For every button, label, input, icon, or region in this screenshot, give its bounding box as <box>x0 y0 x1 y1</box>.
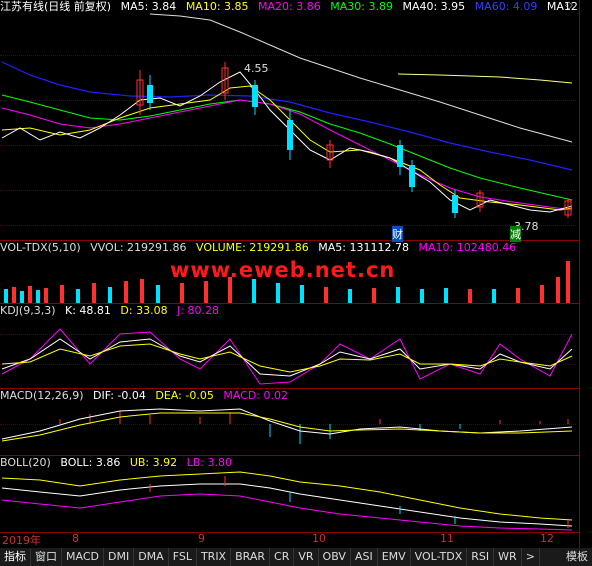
toolbar-item[interactable]: RSI <box>467 548 495 566</box>
x-axis: 2019年 8 9 10 11 12 <box>0 532 580 547</box>
event-marker-cai[interactable]: 财 <box>392 226 403 242</box>
toolbar-item[interactable]: DMA <box>134 548 169 566</box>
x-label-oct: 10 <box>312 532 326 545</box>
kdj-panel[interactable]: KDJ(9,3,3) K: 48.81 D: 33.08 J: 80.28 <box>0 304 580 389</box>
high-price-label: 4.55 <box>244 62 269 75</box>
macd-histogram <box>59 411 569 444</box>
candles <box>136 62 572 218</box>
toolbar-item[interactable]: VOL-TDX <box>411 548 468 566</box>
event-marker-jian[interactable]: 减 <box>510 226 521 242</box>
watermark-text: www.eweb.net.cn <box>170 258 396 282</box>
toolbar-item[interactable]: CR <box>270 548 295 566</box>
x-label-sep: 9 <box>198 532 205 545</box>
toolbar-item[interactable]: OBV <box>319 548 351 566</box>
x-label-nov: 11 <box>440 532 454 545</box>
ma60-line <box>1 61 573 171</box>
kdj-k-line <box>1 338 573 377</box>
toolbar-item[interactable]: DMI <box>104 548 135 566</box>
boll-ub-line <box>1 471 573 521</box>
x-label-year: 2019年 <box>2 534 41 547</box>
x-label-dec: 12 <box>540 532 554 545</box>
right-scale-bar <box>579 0 592 548</box>
toolbar-item[interactable]: TRIX <box>197 548 232 566</box>
toolbar-item[interactable]: WR <box>494 548 522 566</box>
toolbar-item[interactable]: BRAR <box>231 548 271 566</box>
toolbar-item[interactable]: VR <box>294 548 319 566</box>
toolbar-item[interactable]: ASI <box>351 548 378 566</box>
toolbar-item[interactable]: EMV <box>378 548 411 566</box>
price-chart-svg <box>1 13 573 218</box>
toolbar-template-button[interactable]: 模板 <box>562 548 592 566</box>
kdj-d-line <box>1 343 573 373</box>
toolbar-item[interactable]: MACD <box>62 548 104 566</box>
macd-chart-svg <box>1 408 573 444</box>
boll-chart-svg <box>1 471 573 531</box>
toolbar-scroll-right-button[interactable]: > <box>522 548 540 566</box>
macd-panel[interactable]: MACD(12,26,9) DIF: -0.04 DEA: -0.05 MACD… <box>0 389 580 456</box>
toolbar-item[interactable]: 窗口 <box>31 548 62 566</box>
toolbar-item[interactable]: 指标 <box>0 548 31 566</box>
ma120-line <box>397 73 573 84</box>
kdj-chart-svg <box>1 328 573 385</box>
boll-panel[interactable]: BOLL(20) BOLL: 3.86 UB: 3.92 LB: 3.80 <box>0 456 580 533</box>
x-label-aug: 8 <box>72 532 79 545</box>
toolbar-item[interactable]: FSL <box>169 548 197 566</box>
price-panel[interactable]: 江苏有线(日线 前复权) MA5: 3.84 MA10: 3.85 MA20: … <box>0 0 580 242</box>
indicator-toolbar: 指标 窗口 MACD DMI DMA FSL TRIX BRAR CR VR O… <box>0 548 592 566</box>
